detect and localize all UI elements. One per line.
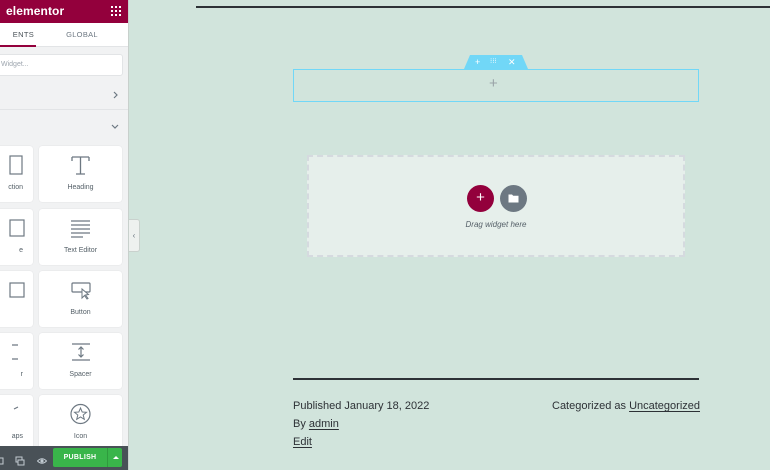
widget-text-editor[interactable]: Text Editor <box>39 209 122 265</box>
add-new-section-button[interactable]: + <box>467 185 494 212</box>
widget-search-input[interactable]: Widget... <box>0 54 123 76</box>
drag-widget-hint: Drag widget here <box>465 220 527 229</box>
category-expanded[interactable] <box>0 113 128 141</box>
elementor-logo: elementor <box>6 4 65 18</box>
widgets-grid-icon[interactable] <box>111 6 121 16</box>
author-line: By admin <box>293 418 339 430</box>
tab-global[interactable]: GLOBAL <box>50 23 114 47</box>
published-date: Published January 18, 2022 <box>293 400 430 412</box>
chevron-down-icon <box>111 122 119 132</box>
star-icon <box>39 403 122 425</box>
section-handle[interactable]: + ⁝⁝⁝ ✕ <box>464 55 528 69</box>
tab-elements[interactable]: ENTS <box>0 23 36 47</box>
settings-icon[interactable] <box>0 453 6 465</box>
widget-icon[interactable]: Icon <box>39 395 122 451</box>
heading-icon <box>39 154 122 176</box>
video-icon <box>0 279 33 301</box>
widget-label: aps <box>11 433 23 440</box>
button-icon <box>39 279 122 301</box>
widget-heading[interactable]: Heading <box>39 146 122 202</box>
collapse-panel-button[interactable]: ‹ <box>129 219 140 252</box>
drop-area[interactable]: + Drag widget here <box>307 155 685 257</box>
widget-label: Icon <box>73 433 88 440</box>
section-icon <box>0 154 33 176</box>
close-icon[interactable]: ✕ <box>508 56 516 68</box>
category-collapsed[interactable] <box>0 82 128 110</box>
author-link[interactable]: admin <box>309 418 339 430</box>
publish-button[interactable]: PUBLISH <box>53 448 107 467</box>
post-divider <box>293 378 699 380</box>
widget-label: Spacer <box>69 371 92 378</box>
widget-image[interactable]: e <box>0 209 33 265</box>
panel-header: elementor <box>0 0 128 23</box>
folder-icon <box>508 194 519 203</box>
text-editor-icon <box>39 217 122 239</box>
divider-icon <box>0 341 33 363</box>
widget-divider[interactable]: r <box>0 333 33 389</box>
add-column-icon[interactable]: + <box>489 76 498 92</box>
elementor-panel: elementor ENTS GLOBAL Widget... ction He… <box>0 0 129 470</box>
image-icon <box>0 217 33 239</box>
spacer-icon <box>39 341 122 363</box>
navigator-icon[interactable] <box>15 453 25 466</box>
widget-google-maps[interactable]: aps <box>0 395 33 451</box>
widget-button[interactable]: Button <box>39 271 122 327</box>
category-prefix: Categorized as <box>552 400 626 412</box>
widget-label: Heading <box>67 184 94 191</box>
chevron-right-icon <box>113 91 119 101</box>
google-maps-icon <box>0 403 33 425</box>
widget-label: Text Editor <box>63 247 98 254</box>
post-category: Categorized as Uncategorized <box>552 400 700 412</box>
widget-inner-section[interactable]: ction <box>0 146 33 202</box>
header-divider <box>196 6 770 8</box>
widget-spacer[interactable]: Spacer <box>39 333 122 389</box>
preview-eye-icon[interactable] <box>36 453 48 464</box>
widget-label: ction <box>8 184 23 191</box>
add-template-button[interactable] <box>500 185 527 212</box>
panel-tabs: ENTS GLOBAL <box>0 23 128 47</box>
widget-label: e <box>19 247 23 254</box>
plus-icon[interactable]: + <box>475 56 480 68</box>
publish-options-button[interactable] <box>107 448 122 467</box>
edit-link[interactable]: Edit <box>293 436 312 448</box>
chevron-left-icon: ‹ <box>132 231 136 240</box>
widget-label: Button <box>70 309 91 316</box>
widget-label: r <box>20 371 23 378</box>
caret-up-icon <box>113 456 119 459</box>
widget-video[interactable] <box>0 271 33 327</box>
drag-handle-icon[interactable]: ⁝⁝⁝ <box>490 56 497 68</box>
empty-section[interactable]: + <box>293 69 699 102</box>
author-prefix: By <box>293 418 306 430</box>
category-link[interactable]: Uncategorized <box>629 400 700 412</box>
